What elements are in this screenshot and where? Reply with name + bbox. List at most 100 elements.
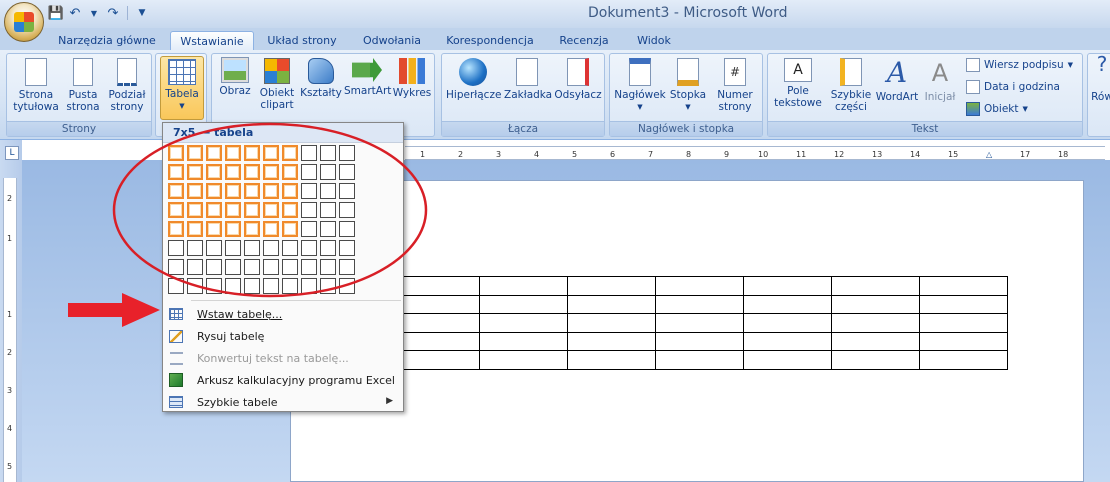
- grid-cell[interactable]: [339, 278, 355, 294]
- horizontal-ruler[interactable]: 1 2 3 4 5 6 7 8 9 10 11 12 13 14 15 △ 17…: [405, 146, 1105, 160]
- grid-cell-selected[interactable]: [168, 202, 184, 218]
- grid-cell[interactable]: [187, 259, 203, 275]
- hyperlink-button[interactable]: Hiperłącze: [446, 56, 501, 101]
- grid-cell-selected[interactable]: [206, 183, 222, 199]
- draw-table-menu-item[interactable]: Rysuj tabelę: [163, 325, 403, 347]
- grid-cell-selected[interactable]: [168, 145, 184, 161]
- grid-cell-selected[interactable]: [225, 221, 241, 237]
- tab-mailings[interactable]: Korespondencja: [440, 31, 540, 50]
- grid-cell-selected[interactable]: [282, 145, 298, 161]
- grid-cell[interactable]: [339, 202, 355, 218]
- grid-cell[interactable]: [282, 259, 298, 275]
- table-cell[interactable]: [391, 350, 480, 370]
- grid-cell[interactable]: [301, 278, 317, 294]
- grid-cell[interactable]: [206, 240, 222, 256]
- insert-table-menu-item[interactable]: Wstaw tabelę...: [163, 303, 403, 325]
- table-cell[interactable]: [655, 331, 744, 351]
- page-break-button[interactable]: Podział strony: [105, 56, 149, 113]
- grid-cell[interactable]: [263, 259, 279, 275]
- quick-tables-menu-item[interactable]: Szybkie tabele ▶: [163, 391, 403, 413]
- table-cell[interactable]: [479, 313, 568, 333]
- grid-cell-selected[interactable]: [244, 183, 260, 199]
- table-cell[interactable]: [919, 294, 1008, 314]
- grid-cell-selected[interactable]: [206, 145, 222, 161]
- grid-cell-selected[interactable]: [187, 183, 203, 199]
- grid-cell-selected[interactable]: [168, 164, 184, 180]
- page-number-button[interactable]: # Numer strony: [710, 56, 760, 113]
- table-cell[interactable]: [831, 276, 920, 296]
- table-cell[interactable]: [831, 313, 920, 333]
- cross-reference-button[interactable]: Odsyłacz: [554, 56, 602, 101]
- chart-button[interactable]: Wykres: [392, 56, 432, 99]
- table-cell[interactable]: [567, 294, 656, 314]
- grid-cell[interactable]: [282, 240, 298, 256]
- drop-cap-button[interactable]: A Inicjał: [922, 56, 958, 103]
- grid-cell[interactable]: [301, 259, 317, 275]
- table-cell[interactable]: [743, 331, 832, 351]
- table-cell[interactable]: [391, 331, 480, 351]
- grid-cell[interactable]: [301, 183, 317, 199]
- table-cell[interactable]: [743, 350, 832, 370]
- table-cell[interactable]: [479, 331, 568, 351]
- grid-cell-selected[interactable]: [263, 202, 279, 218]
- table-cell[interactable]: [743, 294, 832, 314]
- grid-cell-selected[interactable]: [187, 221, 203, 237]
- grid-cell[interactable]: [168, 278, 184, 294]
- grid-cell[interactable]: [263, 278, 279, 294]
- grid-cell[interactable]: [320, 240, 336, 256]
- grid-cell[interactable]: [225, 278, 241, 294]
- tab-selector[interactable]: L: [5, 146, 19, 160]
- table-cell[interactable]: [919, 350, 1008, 370]
- document-page[interactable]: [290, 180, 1084, 482]
- grid-cell-selected[interactable]: [168, 183, 184, 199]
- tab-review[interactable]: Recenzja: [550, 31, 618, 50]
- grid-cell-selected[interactable]: [225, 164, 241, 180]
- grid-cell-selected[interactable]: [244, 164, 260, 180]
- grid-cell[interactable]: [320, 145, 336, 161]
- table-cell[interactable]: [479, 350, 568, 370]
- footer-button[interactable]: Stopka ▼: [668, 56, 708, 113]
- table-cell[interactable]: [655, 294, 744, 314]
- grid-cell[interactable]: [320, 259, 336, 275]
- grid-cell[interactable]: [339, 183, 355, 199]
- undo-icon[interactable]: ↶: [67, 5, 83, 21]
- vertical-ruler[interactable]: 2 1 1 2 3 4 5: [3, 178, 17, 482]
- clipart-button[interactable]: Obiekt clipart: [256, 56, 298, 111]
- table-cell[interactable]: [831, 350, 920, 370]
- equation-button[interactable]: ? Rów: [1090, 54, 1110, 103]
- grid-cell[interactable]: [339, 164, 355, 180]
- grid-cell[interactable]: [225, 240, 241, 256]
- redo-icon[interactable]: ↷: [105, 5, 121, 21]
- grid-cell-selected[interactable]: [282, 202, 298, 218]
- grid-cell-selected[interactable]: [244, 202, 260, 218]
- grid-cell-selected[interactable]: [206, 164, 222, 180]
- grid-cell[interactable]: [244, 240, 260, 256]
- table-cell[interactable]: [479, 294, 568, 314]
- grid-cell[interactable]: [301, 164, 317, 180]
- table-button[interactable]: Tabela ▼: [160, 56, 204, 120]
- table-cell[interactable]: [919, 276, 1008, 296]
- bookmark-button[interactable]: Zakładka: [504, 56, 552, 101]
- right-indent-marker-icon[interactable]: △: [986, 150, 992, 159]
- grid-cell-selected[interactable]: [206, 202, 222, 218]
- grid-cell[interactable]: [301, 145, 317, 161]
- grid-cell[interactable]: [320, 221, 336, 237]
- grid-cell[interactable]: [263, 240, 279, 256]
- office-button[interactable]: [4, 2, 44, 42]
- table-cell[interactable]: [655, 313, 744, 333]
- table-size-grid[interactable]: [168, 145, 355, 294]
- grid-cell-selected[interactable]: [244, 145, 260, 161]
- grid-cell[interactable]: [301, 221, 317, 237]
- grid-cell-selected[interactable]: [206, 221, 222, 237]
- grid-cell[interactable]: [244, 259, 260, 275]
- grid-cell[interactable]: [282, 278, 298, 294]
- grid-cell[interactable]: [339, 240, 355, 256]
- grid-cell-selected[interactable]: [282, 221, 298, 237]
- table-cell[interactable]: [391, 313, 480, 333]
- picture-button[interactable]: Obraz: [216, 56, 254, 97]
- grid-cell-selected[interactable]: [263, 221, 279, 237]
- customize-toolbar-icon[interactable]: ▼: [134, 5, 150, 21]
- wordart-button[interactable]: A WordArt: [874, 56, 920, 104]
- table-cell[interactable]: [567, 331, 656, 351]
- cover-page-button[interactable]: Strona tytułowa: [11, 56, 61, 113]
